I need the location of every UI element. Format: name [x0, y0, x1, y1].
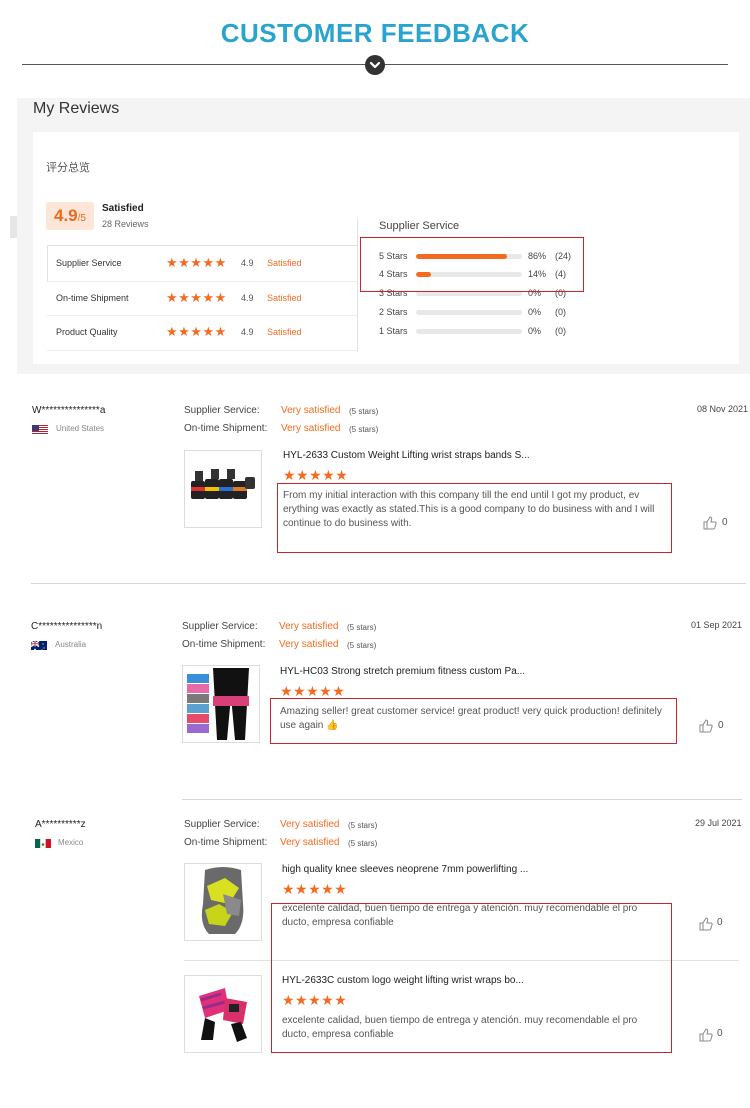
reviewer-name: W***************a [32, 405, 106, 416]
reviewer-country: Australia [55, 640, 87, 649]
supplier-service-label: Supplier Service: [184, 405, 260, 416]
shipment-rating: Very satisfied [281, 423, 341, 434]
breakdown-bar [416, 310, 522, 315]
breakdown-count: (0) [555, 307, 566, 317]
breakdown-title: Supplier Service [379, 220, 460, 232]
like-count: 0 [717, 1028, 723, 1039]
criteria-status: Satisfied [267, 258, 302, 268]
highlight-box [277, 483, 672, 553]
supplier-service-rating: Very satisfied [281, 405, 341, 416]
product-thumbnail[interactable] [184, 975, 262, 1053]
shipment-stars: (5 stars) [349, 425, 379, 434]
criteria-score: 4.9 [241, 327, 254, 337]
criteria-status: Satisfied [267, 293, 302, 303]
like-count: 0 [722, 517, 728, 528]
criteria-status: Satisfied [267, 327, 302, 337]
product-title[interactable]: HYL-2633 Custom Weight Lifting wrist str… [283, 450, 530, 461]
review-divider [182, 799, 742, 800]
shipment-stars: (5 stars) [347, 641, 377, 650]
product-thumbnail[interactable] [184, 863, 262, 941]
breakdown-percent: 0% [528, 326, 542, 336]
breakdown-label: 1 Stars [379, 326, 408, 336]
thumbs-up-icon[interactable] [699, 917, 713, 934]
reviewer-name: A**********z [35, 819, 86, 830]
reviewer-country: United States [56, 424, 105, 433]
mx-flag-icon [35, 837, 51, 848]
criteria-stars: ★★★★★ [166, 290, 227, 305]
criteria-divider [47, 315, 357, 316]
panel-divider [357, 218, 358, 352]
thumbs-up-icon[interactable] [699, 1028, 713, 1045]
au-flag-icon [31, 639, 47, 650]
thumbs-up-icon[interactable] [703, 516, 717, 533]
criteria-label-product-quality: Product Quality [56, 327, 118, 337]
supplier-service-stars: (5 stars) [347, 623, 377, 632]
us-flag-icon [32, 423, 48, 434]
reviewer-country: Mexico [58, 838, 84, 847]
product-thumbnail[interactable] [182, 665, 260, 743]
highlight-box [360, 237, 584, 292]
overall-score-suffix: /5 [77, 213, 86, 224]
criteria-stars: ★★★★★ [166, 255, 227, 270]
review-date: 08 Nov 2021 [697, 404, 749, 414]
criteria-divider [47, 281, 357, 282]
shipment-label: On-time Shipment: [182, 639, 266, 650]
criteria-label-supplier-service: Supplier Service [56, 258, 122, 268]
like-count: 0 [718, 720, 724, 731]
supplier-service-label: Supplier Service: [182, 621, 258, 632]
highlight-box [270, 698, 677, 744]
review-divider [31, 583, 746, 584]
reviewer-name: C***************n [31, 621, 103, 632]
shipment-label: On-time Shipment: [184, 423, 268, 434]
supplier-service-stars: (5 stars) [348, 821, 378, 830]
criteria-label-on-time-shipment: On-time Shipment [56, 293, 129, 303]
breakdown-bar [416, 329, 522, 334]
page-title: CUSTOMER FEEDBACK [220, 18, 530, 48]
product-title[interactable]: HYL-HC03 Strong stretch premium fitness … [280, 666, 525, 677]
like-count: 0 [717, 917, 723, 928]
review-count: 28 Reviews [102, 219, 149, 229]
breakdown-percent: 0% [528, 307, 542, 317]
overall-status: Satisfied [102, 203, 144, 214]
review-stars: ★★★★★ [283, 467, 349, 483]
review-stars: ★★★★★ [282, 881, 348, 897]
criteria-score: 4.9 [241, 258, 254, 268]
shipment-rating: Very satisfied [279, 639, 339, 650]
review-date: 01 Sep 2021 [691, 620, 743, 630]
overall-score: 4.9 [54, 206, 78, 225]
shipment-label: On-time Shipment: [184, 837, 268, 848]
supplier-service-stars: (5 stars) [349, 407, 379, 416]
supplier-service-label: Supplier Service: [184, 819, 260, 830]
panel-title: My Reviews [33, 100, 120, 117]
summary-label: 评分总览 [46, 162, 90, 174]
shipment-stars: (5 stars) [348, 839, 378, 848]
product-title[interactable]: high quality knee sleeves neoprene 7mm p… [282, 864, 528, 875]
product-thumbnail[interactable] [184, 450, 262, 528]
criteria-stars: ★★★★★ [166, 324, 227, 339]
chevron-down-icon[interactable] [365, 55, 385, 75]
criteria-score: 4.9 [241, 293, 254, 303]
shipment-rating: Very satisfied [280, 837, 340, 848]
highlight-box [271, 903, 672, 1053]
criteria-divider [47, 350, 357, 351]
thumbs-up-icon[interactable] [699, 719, 713, 736]
breakdown-count: (0) [555, 326, 566, 336]
overall-score-badge: 4.9/5 [46, 202, 94, 230]
review-date: 29 Jul 2021 [695, 818, 742, 828]
supplier-service-rating: Very satisfied [279, 621, 339, 632]
supplier-service-rating: Very satisfied [280, 819, 340, 830]
breakdown-label: 2 Stars [379, 307, 408, 317]
